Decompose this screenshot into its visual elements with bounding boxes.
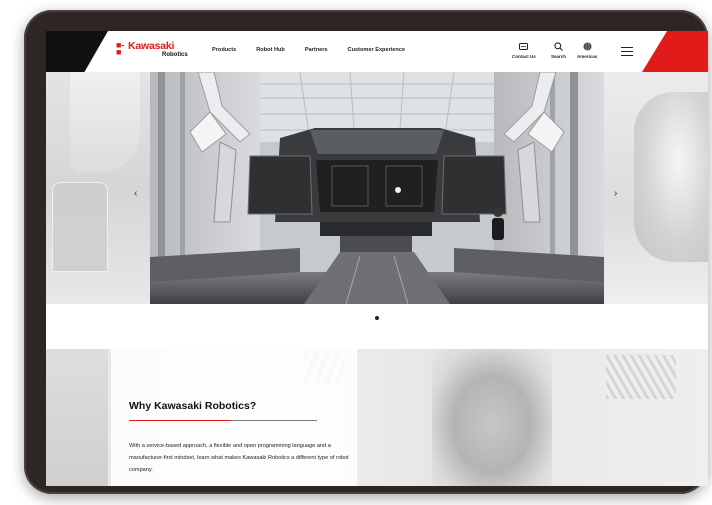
- why-title: Why Kawasaki Robotics?: [129, 400, 257, 412]
- site-header: ■-■ Kawasaki Robotics Products Robot Hub…: [46, 31, 708, 72]
- header-red-accent: [642, 31, 708, 72]
- nav-item-products[interactable]: Products: [212, 47, 236, 53]
- nav-item-robot-hub[interactable]: Robot Hub: [256, 47, 285, 53]
- next-slide-peek: [604, 72, 708, 304]
- carousel-pagination: [46, 316, 708, 320]
- search-label: Search: [551, 54, 567, 59]
- why-body: With a service-based approach, a flexibl…: [129, 443, 349, 473]
- search-button[interactable]: Search: [551, 40, 566, 59]
- why-section: Why Kawasaki Robotics? With a service-ba…: [46, 349, 708, 486]
- why-bg-person: [432, 349, 552, 486]
- why-bg-texture-right: [606, 355, 676, 399]
- why-card: Why Kawasaki Robotics? With a service-ba…: [111, 349, 357, 486]
- hero-slide-image: [150, 72, 604, 304]
- logo-name: Kawasaki: [128, 40, 175, 52]
- main-nav: Products Robot Hub Partners Customer Exp…: [212, 47, 425, 53]
- factory-robots-illustration: [150, 72, 604, 304]
- contact-us-label: Contact Us: [512, 54, 536, 59]
- hamburger-menu-icon[interactable]: [621, 47, 633, 56]
- region-label: Americas: [577, 54, 598, 59]
- why-divider: [129, 420, 317, 422]
- contact-us-button[interactable]: Contact Us: [512, 40, 536, 59]
- header-black-accent: [46, 31, 108, 72]
- logo-sub: Robotics: [162, 52, 188, 58]
- search-icon: [554, 40, 563, 52]
- nav-item-customer-experience[interactable]: Customer Experience: [348, 47, 406, 53]
- nav-item-partners[interactable]: Partners: [305, 47, 328, 53]
- region-selector[interactable]: Americas: [577, 40, 597, 59]
- envelope-icon: [519, 40, 529, 52]
- globe-icon: [583, 40, 592, 52]
- carousel-dot-active[interactable]: [375, 316, 379, 320]
- screen: ■-■ Kawasaki Robotics Products Robot Hub…: [46, 31, 708, 486]
- logo-mark-icon: ■-■: [116, 40, 125, 57]
- kawasaki-logo[interactable]: ■-■ Kawasaki Robotics: [116, 40, 196, 64]
- hero-carousel: ‹ ›: [46, 72, 708, 304]
- why-bg-left: [46, 349, 108, 486]
- carousel-next-button[interactable]: ›: [614, 189, 617, 199]
- carousel-prev-button[interactable]: ‹: [134, 189, 137, 199]
